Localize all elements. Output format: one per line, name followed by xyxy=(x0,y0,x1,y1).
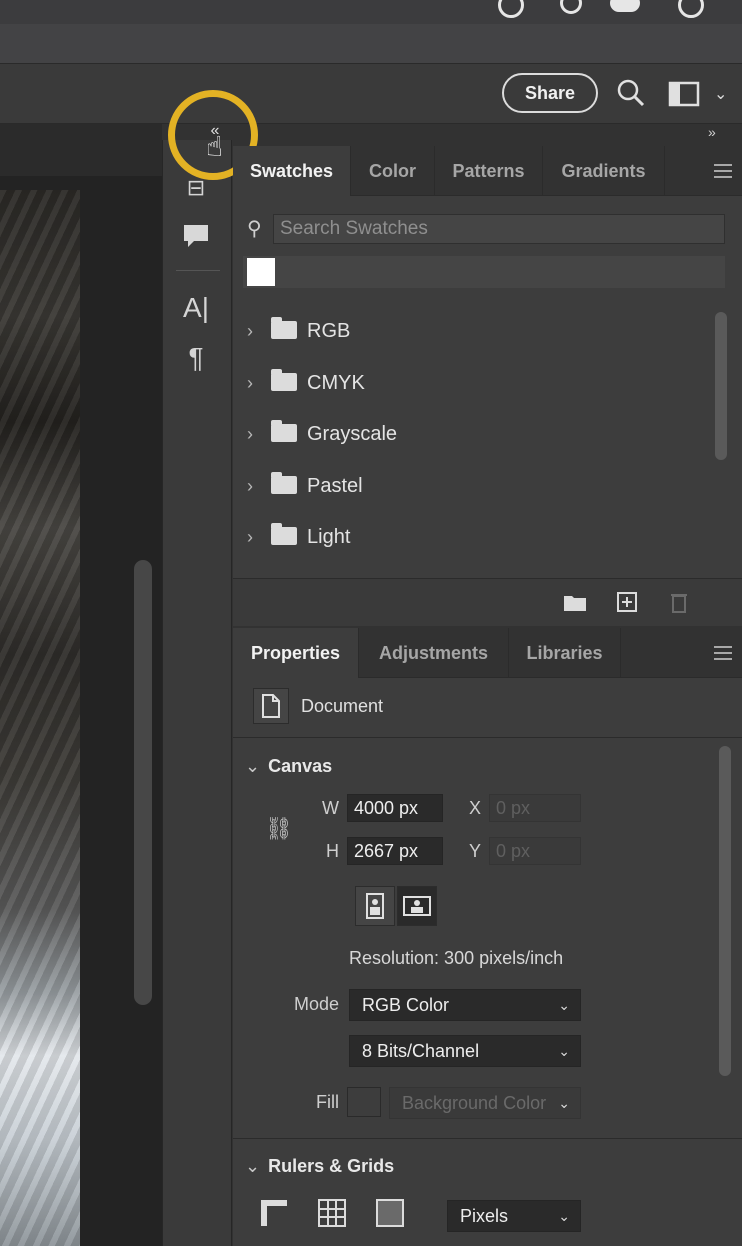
swatch-group-cmyk[interactable]: › CMYK xyxy=(247,368,365,398)
swatches-panel-menu-icon[interactable] xyxy=(714,164,732,178)
fill-color-swatch[interactable] xyxy=(347,1087,381,1117)
delete-swatch-trash-icon[interactable] xyxy=(667,591,691,613)
chevron-down-icon: ⌄ xyxy=(558,1208,570,1224)
tab-adjustments[interactable]: Adjustments xyxy=(359,628,509,678)
chevron-right-icon: › xyxy=(247,527,253,547)
clock-icon[interactable] xyxy=(678,0,704,18)
workspace-chevron-down-icon[interactable]: ⌄ xyxy=(714,84,727,104)
character-panel-icon[interactable]: A| xyxy=(180,292,212,324)
mode-label: Mode xyxy=(293,994,339,1014)
chevron-down-icon: ⌄ xyxy=(245,1156,261,1176)
workspace-icon[interactable] xyxy=(668,80,702,108)
fill-label: Fill xyxy=(316,1092,339,1112)
search-icon[interactable] xyxy=(616,78,646,108)
rulers-grids-section-toggle[interactable]: ⌄ Rulers & Grids xyxy=(245,1156,394,1177)
ruler-icon[interactable] xyxy=(257,1198,291,1232)
tab-libraries[interactable]: Libraries xyxy=(509,628,621,678)
document-label: Document xyxy=(301,696,384,716)
search-icon: ⚲ xyxy=(247,218,262,240)
chevron-right-icon: › xyxy=(247,321,253,341)
recent-swatches-row xyxy=(243,256,725,288)
tab-properties[interactable]: Properties xyxy=(233,628,359,678)
bit-depth-dropdown[interactable]: 8 Bits/Channel ⌄ xyxy=(349,1035,581,1067)
strip-divider xyxy=(176,270,220,271)
folder-icon xyxy=(271,317,297,339)
system-menu-bar xyxy=(0,0,742,24)
share-button[interactable]: Share xyxy=(502,73,598,113)
chevron-right-icon: › xyxy=(247,424,253,444)
swatches-scrollbar[interactable] xyxy=(715,312,727,460)
landscape-orientation-button[interactable] xyxy=(397,886,437,926)
properties-panel-menu-icon[interactable] xyxy=(714,646,732,660)
swatches-panel-tabs: Swatches Color Patterns Gradients xyxy=(233,146,742,196)
app-title-bar xyxy=(0,24,742,64)
tab-gradients[interactable]: Gradients xyxy=(543,146,665,196)
tab-color[interactable]: Color xyxy=(351,146,435,196)
mode-dropdown[interactable]: RGB Color ⌄ xyxy=(349,989,581,1021)
canvas-vertical-scrollbar[interactable] xyxy=(134,560,152,1005)
ruler-units-dropdown[interactable]: Pixels ⌄ xyxy=(447,1200,581,1232)
document-icon xyxy=(253,688,289,724)
new-swatch-icon[interactable] xyxy=(615,591,639,613)
chevron-down-icon: ⌄ xyxy=(558,997,570,1013)
new-group-folder-icon[interactable] xyxy=(563,591,587,613)
document-row: Document xyxy=(233,678,742,738)
document-tab-strip xyxy=(0,124,162,176)
resolution-info: Resolution: 300 pixels/inch xyxy=(349,948,564,968)
pixel-grid-icon[interactable] xyxy=(373,1198,407,1232)
width-field[interactable]: 4000 px xyxy=(347,794,443,822)
folder-icon xyxy=(271,420,297,442)
search-swatches-input[interactable]: Search Swatches xyxy=(273,214,725,244)
canvas-section-toggle[interactable]: ⌄ Canvas xyxy=(245,756,332,777)
tab-swatches[interactable]: Swatches xyxy=(233,146,351,196)
control-center-icon[interactable] xyxy=(610,0,640,12)
properties-scrollbar[interactable] xyxy=(719,746,731,1076)
swatch-group-grayscale[interactable]: › Grayscale xyxy=(247,419,397,449)
swatch-group-pastel[interactable]: › Pastel xyxy=(247,471,363,501)
height-label: H xyxy=(326,841,339,861)
folder-icon xyxy=(271,523,297,545)
grid-icon[interactable] xyxy=(315,1198,349,1232)
properties-panel: Properties Adjustments Libraries Documen… xyxy=(233,628,742,1246)
fill-dropdown[interactable]: Background Color ⌄ xyxy=(389,1087,581,1119)
y-field[interactable]: 0 px xyxy=(489,837,581,865)
tab-patterns[interactable]: Patterns xyxy=(435,146,543,196)
swatches-panel: Swatches Color Patterns Gradients ⚲ Sear… xyxy=(233,146,742,626)
hand-cursor-icon: ☝ xyxy=(206,131,224,162)
comments-panel-icon[interactable] xyxy=(180,220,212,252)
creative-cloud-icon[interactable] xyxy=(498,0,524,18)
height-field[interactable]: 2667 px xyxy=(347,837,443,865)
chevron-down-icon: ⌄ xyxy=(245,756,261,776)
paragraph-panel-icon[interactable]: ¶ xyxy=(180,342,212,374)
x-field[interactable]: 0 px xyxy=(489,794,581,822)
y-label: Y xyxy=(468,841,481,861)
waterfall-photo xyxy=(0,190,80,1246)
link-dimensions-icon[interactable]: ⛓ xyxy=(265,816,293,846)
expand-panels-icon[interactable]: » xyxy=(708,124,716,140)
folder-icon xyxy=(271,472,297,494)
swatch-group-rgb[interactable]: › RGB xyxy=(247,316,350,346)
swatch-group-light[interactable]: › Light xyxy=(247,522,350,552)
swatches-footer xyxy=(233,578,742,626)
section-divider xyxy=(233,1138,742,1139)
recent-swatch-white[interactable] xyxy=(247,258,275,286)
folder-icon xyxy=(271,369,297,391)
chevron-down-icon: ⌄ xyxy=(558,1043,570,1059)
portrait-orientation-button[interactable] xyxy=(355,886,395,926)
properties-panel-tabs: Properties Adjustments Libraries xyxy=(233,628,742,678)
width-label: W xyxy=(322,798,339,818)
spotlight-search-icon[interactable] xyxy=(560,0,582,14)
chevron-right-icon: › xyxy=(247,373,253,393)
x-label: X xyxy=(468,798,481,818)
chevron-right-icon: › xyxy=(247,476,253,496)
chevron-down-icon: ⌄ xyxy=(558,1095,570,1111)
